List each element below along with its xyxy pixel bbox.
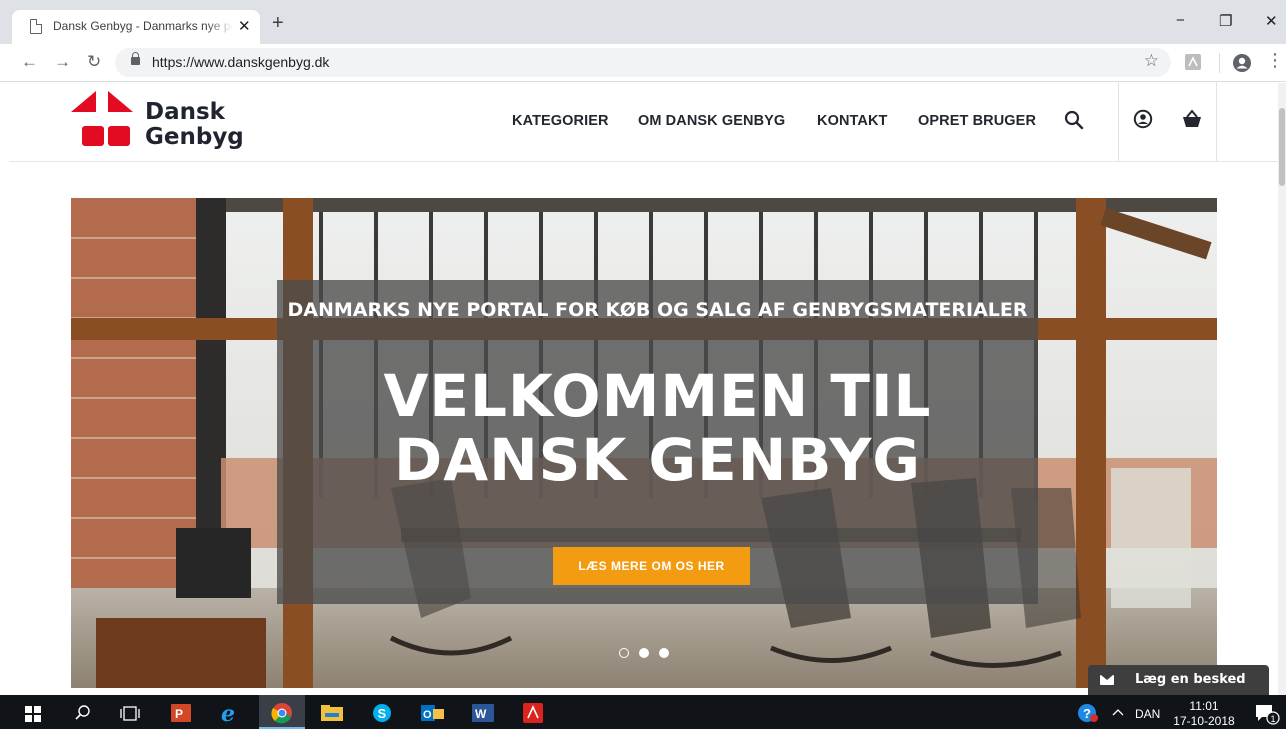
tab-title: Dansk Genbyg - Danmarks nye portal for k…: [53, 19, 233, 33]
profile-icon[interactable]: [1232, 53, 1252, 73]
search-icon[interactable]: [75, 705, 91, 721]
page-icon: [30, 19, 42, 34]
logo[interactable]: Dansk Genbyg: [71, 91, 251, 155]
close-window-button[interactable]: ✕: [1265, 12, 1278, 30]
back-button[interactable]: ←: [21, 52, 38, 72]
clock-time: 11:01: [1189, 699, 1219, 713]
chat-widget[interactable]: Læg en besked: [1088, 665, 1269, 695]
hero-subtitle-text: DANMARKS NYE PORTAL FOR KØB OG SALG AF G…: [287, 299, 1028, 321]
read-more-button[interactable]: LÆS MERE OM OS HER: [553, 547, 750, 585]
hero-title-line-1: VELKOMMEN TIL: [383, 362, 932, 430]
toolbar-divider: [1219, 53, 1220, 73]
reload-button[interactable]: ↻: [87, 52, 101, 72]
address-bar[interactable]: https://www.danskgenbyg.dk ☆: [115, 48, 1171, 77]
help-tray-icon[interactable]: ?: [1077, 703, 1099, 723]
browser-tab[interactable]: Dansk Genbyg - Danmarks nye portal for k…: [12, 10, 260, 44]
svg-text:O: O: [423, 709, 432, 721]
hero-slider: DANMARKS NYE PORTAL FOR KØB OG SALG AF G…: [71, 198, 1217, 688]
svg-text:e: e: [221, 702, 235, 724]
chevron-up-icon[interactable]: [1112, 708, 1124, 716]
outlook-icon[interactable]: O: [421, 703, 445, 723]
lock-icon: [131, 52, 140, 65]
hero-title-line-2: DANSK GENBYG: [394, 426, 921, 494]
scrollbar-thumb[interactable]: [1279, 108, 1285, 186]
windows-start-icon[interactable]: [25, 706, 41, 722]
clock-date: 17-10-2018: [1173, 714, 1235, 728]
new-tab-button[interactable]: +: [272, 12, 284, 35]
svg-text:P: P: [175, 707, 183, 721]
nav-opret-bruger[interactable]: OPRET BRUGER: [918, 113, 1036, 129]
svg-text:?: ?: [1083, 706, 1091, 721]
address-url[interactable]: https://www.danskgenbyg.dk: [152, 54, 329, 70]
header-divider: [1118, 82, 1119, 161]
site-header: Dansk Genbyg KATEGORIER OM DANSK GENBYG …: [9, 82, 1286, 162]
browser-tab-strip: Dansk Genbyg - Danmarks nye portal for k…: [0, 0, 1286, 44]
input-language[interactable]: DAN: [1135, 707, 1160, 721]
hero-title: VELKOMMEN TIL DANSK GENBYG: [277, 364, 1038, 492]
forward-button[interactable]: →: [54, 52, 71, 72]
account-icon[interactable]: [1133, 109, 1153, 129]
clock[interactable]: 11:01 17-10-2018: [1172, 699, 1236, 729]
chat-widget-label: Læg en besked: [1135, 672, 1246, 687]
envelope-icon: [1100, 675, 1114, 685]
browser-menu-icon[interactable]: ⋮: [1266, 50, 1284, 71]
nav-om-dansk-genbyg[interactable]: OM DANSK GENBYG: [638, 113, 785, 129]
chrome-icon: [271, 703, 292, 724]
task-view-icon[interactable]: [120, 706, 140, 722]
browser-toolbar: ← → ↻ https://www.danskgenbyg.dk ☆ ⋮: [0, 44, 1286, 82]
slider-dot[interactable]: [639, 648, 649, 658]
nav-kategorier[interactable]: KATEGORIER: [512, 113, 609, 129]
slider-dot[interactable]: [619, 648, 629, 658]
powerpoint-icon[interactable]: P: [171, 704, 191, 722]
file-explorer-icon[interactable]: [321, 705, 343, 721]
search-icon[interactable]: [1064, 110, 1084, 130]
bookmark-star-icon[interactable]: ☆: [1144, 51, 1159, 71]
windows-taskbar: P e S O W ? DAN 11:01 17-10-2018 1: [0, 695, 1286, 729]
logo-text: Dansk Genbyg: [145, 100, 244, 150]
pdf-extension-icon[interactable]: [1184, 53, 1202, 71]
notification-count: 1: [1271, 714, 1276, 724]
svg-text:S: S: [378, 706, 387, 721]
slider-dot[interactable]: [659, 648, 669, 658]
logo-line-1: Dansk: [145, 99, 225, 125]
hero-subtitle: DANMARKS NYE PORTAL FOR KØB OG SALG AF G…: [277, 300, 1038, 321]
shopping-basket-icon[interactable]: [1182, 109, 1202, 129]
word-icon[interactable]: W: [472, 704, 494, 722]
skype-icon[interactable]: S: [372, 703, 392, 723]
nav-kontakt[interactable]: KONTAKT: [817, 113, 888, 129]
tab-close-button[interactable]: ✕: [238, 17, 251, 35]
acrobat-reader-icon[interactable]: [523, 703, 543, 723]
logo-mark-icon: [71, 91, 133, 146]
taskbar-active-app[interactable]: [259, 695, 305, 729]
header-divider: [1216, 82, 1217, 161]
notification-center-icon[interactable]: 1: [1254, 703, 1280, 725]
minimize-button[interactable]: −: [1176, 12, 1185, 29]
internet-explorer-icon[interactable]: e: [220, 702, 242, 724]
svg-text:W: W: [475, 707, 487, 721]
restore-button[interactable]: ❐: [1219, 12, 1232, 30]
logo-line-2: Genbyg: [145, 124, 244, 150]
